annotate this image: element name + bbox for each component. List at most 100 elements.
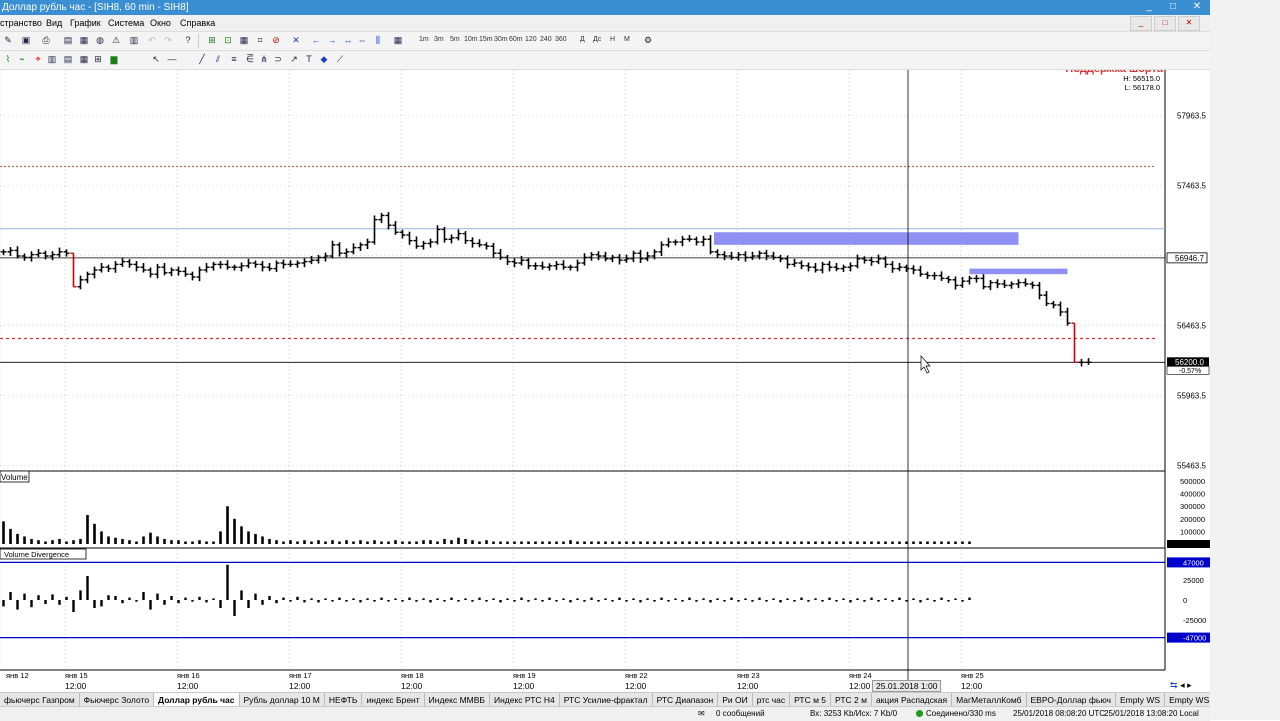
menu-system[interactable]: Система (108, 15, 144, 31)
horizontal-line-icon[interactable]: — (166, 53, 178, 65)
alert-icon[interactable]: ◍ (94, 34, 106, 46)
scan-icon[interactable]: ▦ (78, 53, 90, 65)
scroll-right-icon[interactable]: → (326, 34, 338, 46)
tab-rts-fractal[interactable]: РТС Усилие-фрактал (560, 693, 653, 707)
trendline-icon[interactable]: ╱ (196, 53, 208, 65)
chart-type-icon[interactable]: ▦ (392, 34, 404, 46)
timeframe-30m[interactable]: 30m (494, 36, 508, 43)
timeframe-240[interactable]: 240 (540, 36, 552, 43)
settings-icon[interactable]: ⚙ (642, 34, 654, 46)
tab-mmk[interactable]: МагМеталлКомб (952, 693, 1027, 707)
data-window-icon[interactable]: ▤ (62, 53, 74, 65)
arc-icon[interactable]: ⊃ (272, 53, 284, 65)
timeframe-360[interactable]: 360 (555, 36, 567, 43)
timeframe-5m[interactable]: 5m (450, 36, 460, 43)
menu-view-space[interactable]: странство (0, 15, 42, 31)
tab-raspadskaya[interactable]: акция Распадская (872, 693, 953, 707)
tab-empty-ws[interactable]: Empty WS (1116, 693, 1166, 707)
menu-window[interactable]: Окно (150, 15, 171, 31)
tab-rts-h4[interactable]: Индекс РТС Н4 (490, 693, 560, 707)
timeframe-60m[interactable]: 60m (509, 36, 523, 43)
order-zone (714, 232, 1019, 245)
volume-axis-label: 300000 (1180, 502, 1205, 511)
chart-area[interactable]: 57963.557463.556963.556463.555963.555463… (0, 63, 1210, 680)
tab-rts-2m[interactable]: РТС 2 м (831, 693, 872, 707)
zoom-in-icon[interactable]: ⊞ (206, 34, 218, 46)
fibonacci-icon[interactable]: ≡ (228, 53, 240, 65)
maximize-button[interactable]: □ (1162, 0, 1184, 13)
workspace-icon[interactable]: ▤ (62, 34, 74, 46)
tab-rts-range[interactable]: РТС Диапазон (653, 693, 719, 707)
timeframe-120[interactable]: 120 (525, 36, 537, 43)
new-window-icon[interactable]: ▣ (20, 34, 32, 46)
alert-set-icon[interactable]: ⌖ (32, 53, 44, 65)
tab-ri-oi[interactable]: Ри ОИ (718, 693, 753, 707)
bars-icon[interactable]: ⫼ (372, 34, 384, 46)
menu-chart[interactable]: График (70, 15, 101, 31)
expand-icon[interactable]: ⊡ (222, 34, 234, 46)
grid-icon[interactable]: ▦ (238, 34, 250, 46)
redo-icon[interactable]: ↷ (162, 34, 174, 46)
cursor-icon[interactable]: ↖ (150, 53, 162, 65)
tab-rts-hour[interactable]: ртс час (753, 693, 791, 707)
template-icon[interactable]: ▥ (46, 53, 58, 65)
messages-count[interactable]: 0 сообщений (716, 707, 765, 721)
chart-window-icon[interactable]: ▥ (128, 34, 140, 46)
timeframe-1m[interactable]: 1m (419, 36, 429, 43)
messages-icon[interactable]: ✉ (698, 707, 705, 721)
scroll-left-icon[interactable]: ← (310, 34, 322, 46)
pattern-icon[interactable]: ⟋ (334, 53, 346, 65)
price-axis-label: 57463.5 (1177, 182, 1206, 191)
timeframe-day-session[interactable]: Дс (593, 36, 601, 43)
text-tool-icon[interactable]: T (303, 53, 315, 65)
timeframe-10m[interactable]: 10m (464, 36, 478, 43)
scroll-left-tab-icon[interactable]: ◂ (1180, 680, 1185, 690)
tab-gold[interactable]: Фьючерс Золото (80, 693, 155, 707)
timeframe-15m[interactable]: 15m (479, 36, 493, 43)
minimize-button[interactable]: _ (1138, 0, 1160, 13)
print-icon[interactable]: ⎙ (40, 34, 52, 46)
pitchfork-icon[interactable]: ⋔ (258, 53, 270, 65)
timeframe-day[interactable]: Д (580, 36, 585, 43)
tab-rts-m5[interactable]: РТС м 5 (790, 693, 832, 707)
tab-brent[interactable]: индекс Брент (362, 693, 425, 707)
tab-rub-usd-10m[interactable]: Рубль доллар 10 М (240, 693, 325, 707)
mdi-restore-button[interactable]: □ (1154, 16, 1176, 31)
divergence-axis-label: 25000 (1183, 576, 1204, 585)
mdi-close-button[interactable]: ✕ (1178, 16, 1200, 31)
close-button[interactable]: ✕ (1186, 0, 1208, 13)
zoom-out-icon[interactable]: ↔ (342, 34, 354, 46)
mdi-minimize-button[interactable]: _ (1130, 16, 1152, 31)
menu-help[interactable]: Справка (180, 15, 215, 31)
ray-icon[interactable]: ↗ (288, 53, 300, 65)
gann-icon[interactable]: ⋶ (244, 53, 256, 65)
volume-icon[interactable]: ▆ (108, 53, 120, 65)
zoom-box-icon[interactable]: ⊞ (92, 53, 104, 65)
warning-icon[interactable]: ⚠ (110, 34, 122, 46)
help-icon[interactable]: ? (182, 34, 194, 46)
channel-icon[interactable]: ⫽ (212, 53, 224, 65)
shape-icon[interactable]: ◆ (318, 53, 330, 65)
stop-icon[interactable]: ⊘ (270, 34, 282, 46)
scroll-right-tab-icon[interactable]: ▸ (1187, 680, 1192, 690)
strategy-icon[interactable]: ⌁ (16, 53, 28, 65)
tab-eurusd[interactable]: ЕВРО-Доллар фьюч (1027, 693, 1116, 707)
price-chart-canvas[interactable]: 57963.557463.556963.556463.555963.555463… (0, 63, 1210, 680)
layout-icon[interactable]: ▦ (78, 34, 90, 46)
tab-empty-ws-2[interactable]: Empty WS (1165, 693, 1210, 707)
menu-view[interactable]: Вид (46, 15, 62, 31)
indicator-icon[interactable]: ⌇ (2, 53, 14, 65)
timeframe-3m[interactable]: 3m (434, 36, 444, 43)
fit-icon[interactable]: ⇔ (356, 34, 368, 46)
delete-icon[interactable]: ✕ (290, 34, 302, 46)
tab-micex[interactable]: Индекс ММВБ (425, 693, 490, 707)
undo-icon[interactable]: ↶ (146, 34, 158, 46)
link-icon[interactable]: ⇆ (1170, 680, 1178, 690)
timeframe-month[interactable]: М (624, 36, 630, 43)
pencil-icon[interactable]: ✎ (2, 34, 14, 46)
tab-oil[interactable]: НЕФТЬ (325, 693, 363, 707)
tab-usdrub-hour[interactable]: Доллар рубль час (154, 693, 240, 707)
crop-icon[interactable]: ⌗ (254, 34, 266, 46)
tab-gazprom[interactable]: фьючерс Газпром (0, 693, 80, 707)
timeframe-week[interactable]: Н (610, 36, 615, 43)
